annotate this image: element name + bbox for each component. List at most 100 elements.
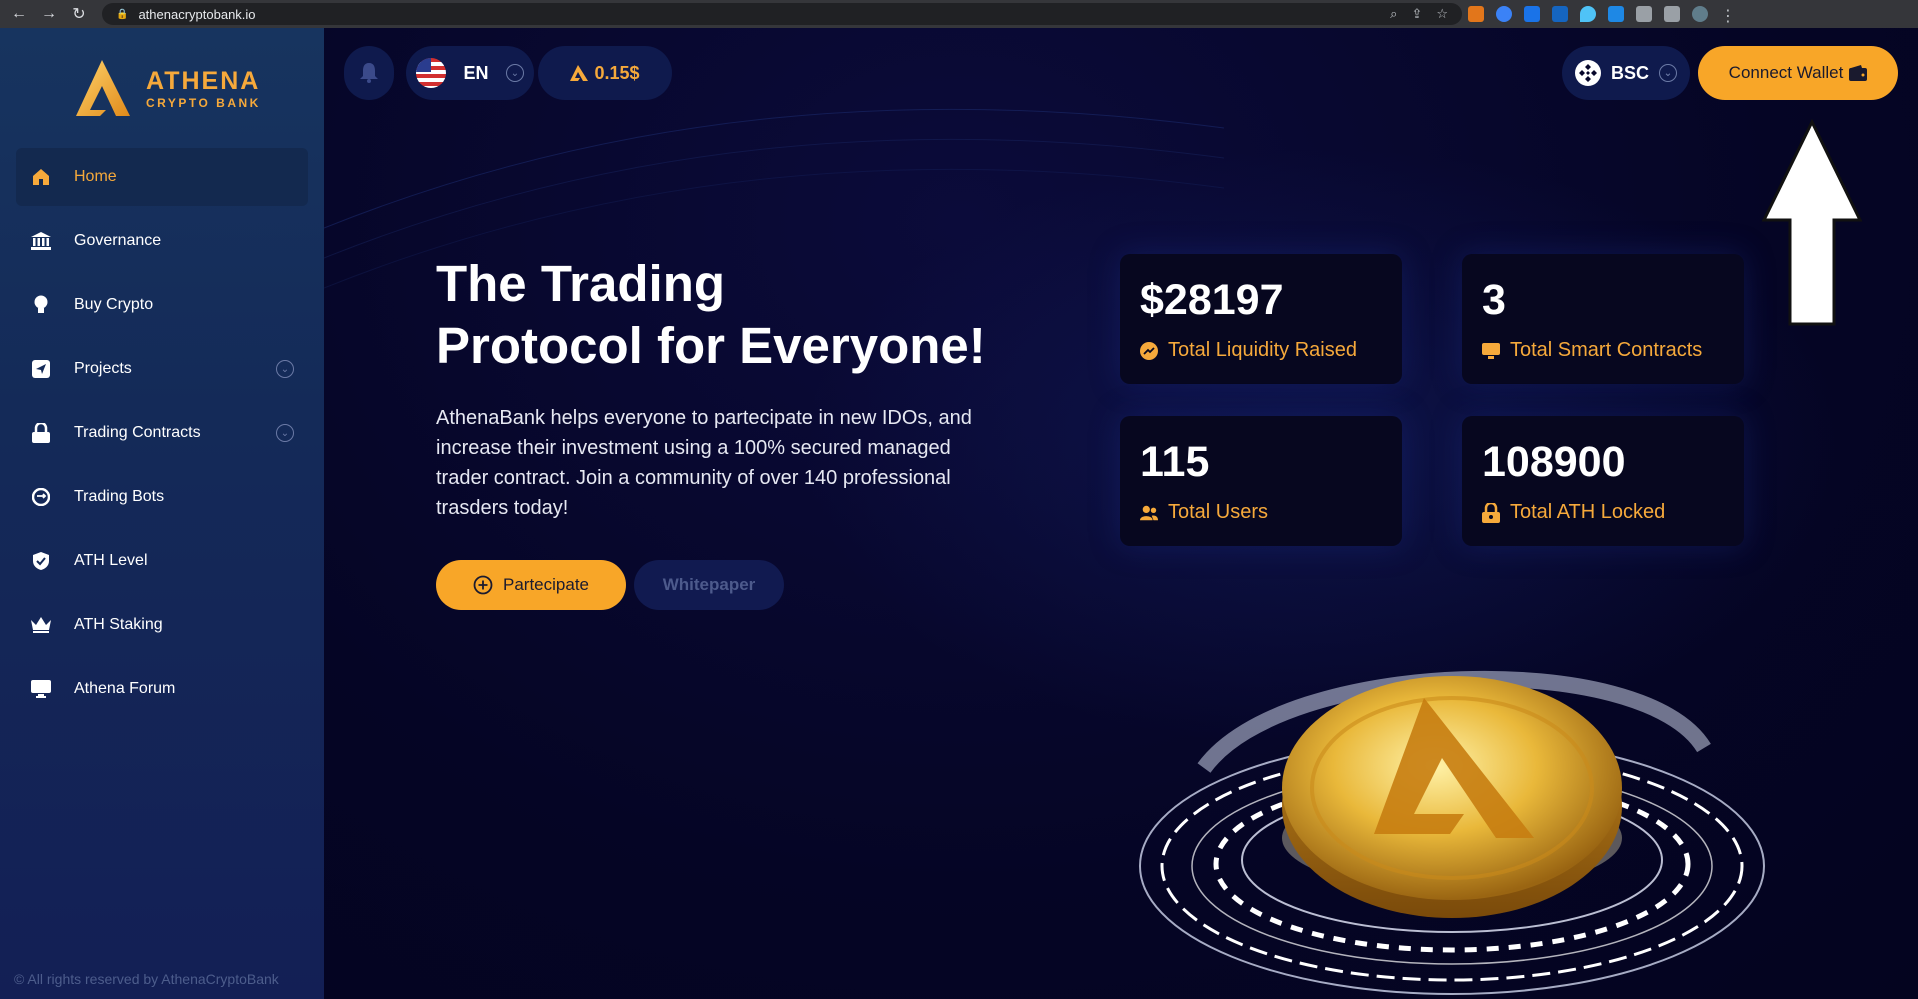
lock-icon <box>30 422 52 444</box>
sidebar-item-trading-bots[interactable]: Trading Bots <box>16 468 308 526</box>
sidebar-menu: Home Governance Buy Crypto Projects ⌄ Tr… <box>16 148 308 724</box>
stat-value: 115 <box>1140 438 1210 486</box>
reload-icon[interactable]: ↻ <box>70 4 88 24</box>
wallet-icon <box>1849 65 1868 81</box>
extension-blue-icon[interactable] <box>1496 6 1512 22</box>
bell-icon <box>360 63 378 83</box>
plus-circle-icon <box>473 575 493 595</box>
chevron-down-icon: ⌄ <box>505 64 524 82</box>
network-name: BSC <box>1610 62 1649 83</box>
lock-icon: 🔒 <box>116 8 129 20</box>
side-panel-icon[interactable] <box>1664 6 1680 22</box>
sidebar-item-label: Trading Contracts <box>74 424 201 441</box>
language-code: EN <box>463 62 489 83</box>
stat-card-ath-locked: 108900 Total ATH Locked <box>1462 416 1744 546</box>
annotation-arrow-up <box>1761 118 1863 326</box>
share-icon[interactable]: ⇪ <box>1411 6 1422 22</box>
brand-tagline: CRYPTO BANK <box>146 95 261 110</box>
chevron-down-icon[interactable]: ⌄ <box>276 360 294 378</box>
sidebar-item-ath-level[interactable]: ATH Level <box>16 532 308 590</box>
forward-icon[interactable]: → <box>40 5 58 23</box>
sidebar-item-label: ATH Level <box>74 552 148 569</box>
athena-logo-icon <box>76 60 130 116</box>
stat-card-users: 115 Total Users <box>1120 416 1402 546</box>
athena-coin-illustration <box>1139 670 1765 995</box>
sidebar-item-label: Athena Forum <box>74 680 176 697</box>
contract-icon <box>1482 342 1500 360</box>
sidebar: ATHENA CRYPTO BANK Home Governance Buy C… <box>0 28 324 999</box>
hero-title-line2: Protocol for Everyone! <box>436 317 986 374</box>
chevron-down-icon[interactable]: ⌄ <box>276 424 294 442</box>
copyright-text: © All rights reserved by AthenaCryptoBan… <box>14 971 279 987</box>
stat-label: Total Liquidity Raised <box>1168 339 1357 361</box>
extension-k-icon[interactable] <box>1524 6 1540 22</box>
stat-label: Total Users <box>1168 501 1269 523</box>
chevron-down-icon: ⌄ <box>1659 64 1677 82</box>
lightbulb-icon <box>30 294 52 316</box>
extension-drop-icon[interactable] <box>1580 6 1596 22</box>
refresh-icon <box>30 486 52 508</box>
network-selector[interactable]: BSC ⌄ <box>1562 46 1690 100</box>
sidebar-item-label: Home <box>74 168 117 185</box>
crown-icon <box>30 614 52 636</box>
sidebar-item-label: ATH Staking <box>74 616 163 633</box>
sidebar-item-home[interactable]: Home <box>16 148 308 206</box>
stat-card-smart-contracts: 3 Total Smart Contracts <box>1462 254 1744 384</box>
lock-icon <box>1482 502 1500 523</box>
us-flag-icon <box>416 58 446 88</box>
stat-value: $28197 <box>1140 276 1284 324</box>
bnb-chain-icon <box>1574 60 1601 86</box>
athena-logo[interactable]: ATHENA CRYPTO BANK <box>72 58 261 118</box>
bank-icon <box>30 230 52 252</box>
url-text: athenacryptobank.io <box>138 6 256 22</box>
sidebar-item-label: Governance <box>74 232 162 249</box>
address-bar[interactable]: 🔒 athenacryptobank.io ⌕ ⇪ ☆ <box>102 3 1462 25</box>
sidebar-item-label: Trading Bots <box>74 488 165 505</box>
notification-button[interactable] <box>344 46 394 100</box>
hero-description: AthenaBank helps everyone to partecipate… <box>436 407 972 519</box>
send-icon <box>30 358 52 380</box>
extension-shield-icon[interactable] <box>1608 6 1624 22</box>
users-icon <box>1140 504 1158 522</box>
connect-wallet-button[interactable]: Connect Wallet <box>1698 46 1898 100</box>
profile-avatar-icon[interactable] <box>1692 6 1708 22</box>
sidebar-item-ath-staking[interactable]: ATH Staking <box>16 596 308 654</box>
monitor-icon <box>30 678 52 700</box>
chart-icon <box>1140 341 1158 360</box>
stat-card-liquidity: $28197 Total Liquidity Raised <box>1120 254 1402 384</box>
stat-value: 3 <box>1482 276 1506 324</box>
sidebar-item-governance[interactable]: Governance <box>16 212 308 270</box>
participate-button[interactable]: Partecipate <box>436 560 626 610</box>
sidebar-item-buy-crypto[interactable]: Buy Crypto <box>16 276 308 334</box>
shield-icon <box>30 550 52 572</box>
extension-s-icon[interactable] <box>1552 6 1568 22</box>
zoom-icon[interactable]: ⌕ <box>1390 6 1397 22</box>
language-selector[interactable]: EN ⌄ <box>406 46 534 100</box>
connect-wallet-label: Connect Wallet <box>1728 63 1844 82</box>
token-price: 0.15$ <box>594 62 640 83</box>
extensions-puzzle-icon[interactable] <box>1636 6 1652 22</box>
sidebar-item-trading-contracts[interactable]: Trading Contracts ⌄ <box>16 404 308 462</box>
browser-toolbar: ← → ↻ 🔒 athenacryptobank.io ⌕ ⇪ ☆ ⋮ <box>0 0 1918 28</box>
stat-value: 108900 <box>1482 438 1626 486</box>
sidebar-item-projects[interactable]: Projects ⌄ <box>16 340 308 398</box>
token-price-badge[interactable]: 0.15$ <box>538 46 672 100</box>
home-icon <box>30 166 52 188</box>
bookmark-star-icon[interactable]: ☆ <box>1436 6 1448 22</box>
extension-metamask-icon[interactable] <box>1468 6 1484 22</box>
stat-label: Total ATH Locked <box>1510 501 1666 523</box>
athena-token-icon <box>570 65 589 81</box>
stat-label: Total Smart Contracts <box>1510 339 1703 361</box>
chrome-menu-icon[interactable]: ⋮ <box>1720 6 1736 25</box>
whitepaper-button[interactable]: Whitepaper <box>634 560 784 610</box>
hero-title-line1: The Trading <box>436 255 726 312</box>
main-content: EN ⌄ 0.15$ BSC ⌄ Connect Wallet The Trad… <box>324 28 1918 999</box>
sidebar-item-label: Buy Crypto <box>74 296 154 313</box>
brand-name: ATHENA <box>146 66 261 95</box>
hero-title: The Trading Protocol for Everyone! <box>436 253 1056 377</box>
sidebar-item-label: Projects <box>74 360 132 377</box>
sidebar-item-athena-forum[interactable]: Athena Forum <box>16 660 308 718</box>
back-icon[interactable]: ← <box>10 5 28 23</box>
participate-label: Partecipate <box>503 575 589 594</box>
whitepaper-label: Whitepaper <box>662 575 756 594</box>
